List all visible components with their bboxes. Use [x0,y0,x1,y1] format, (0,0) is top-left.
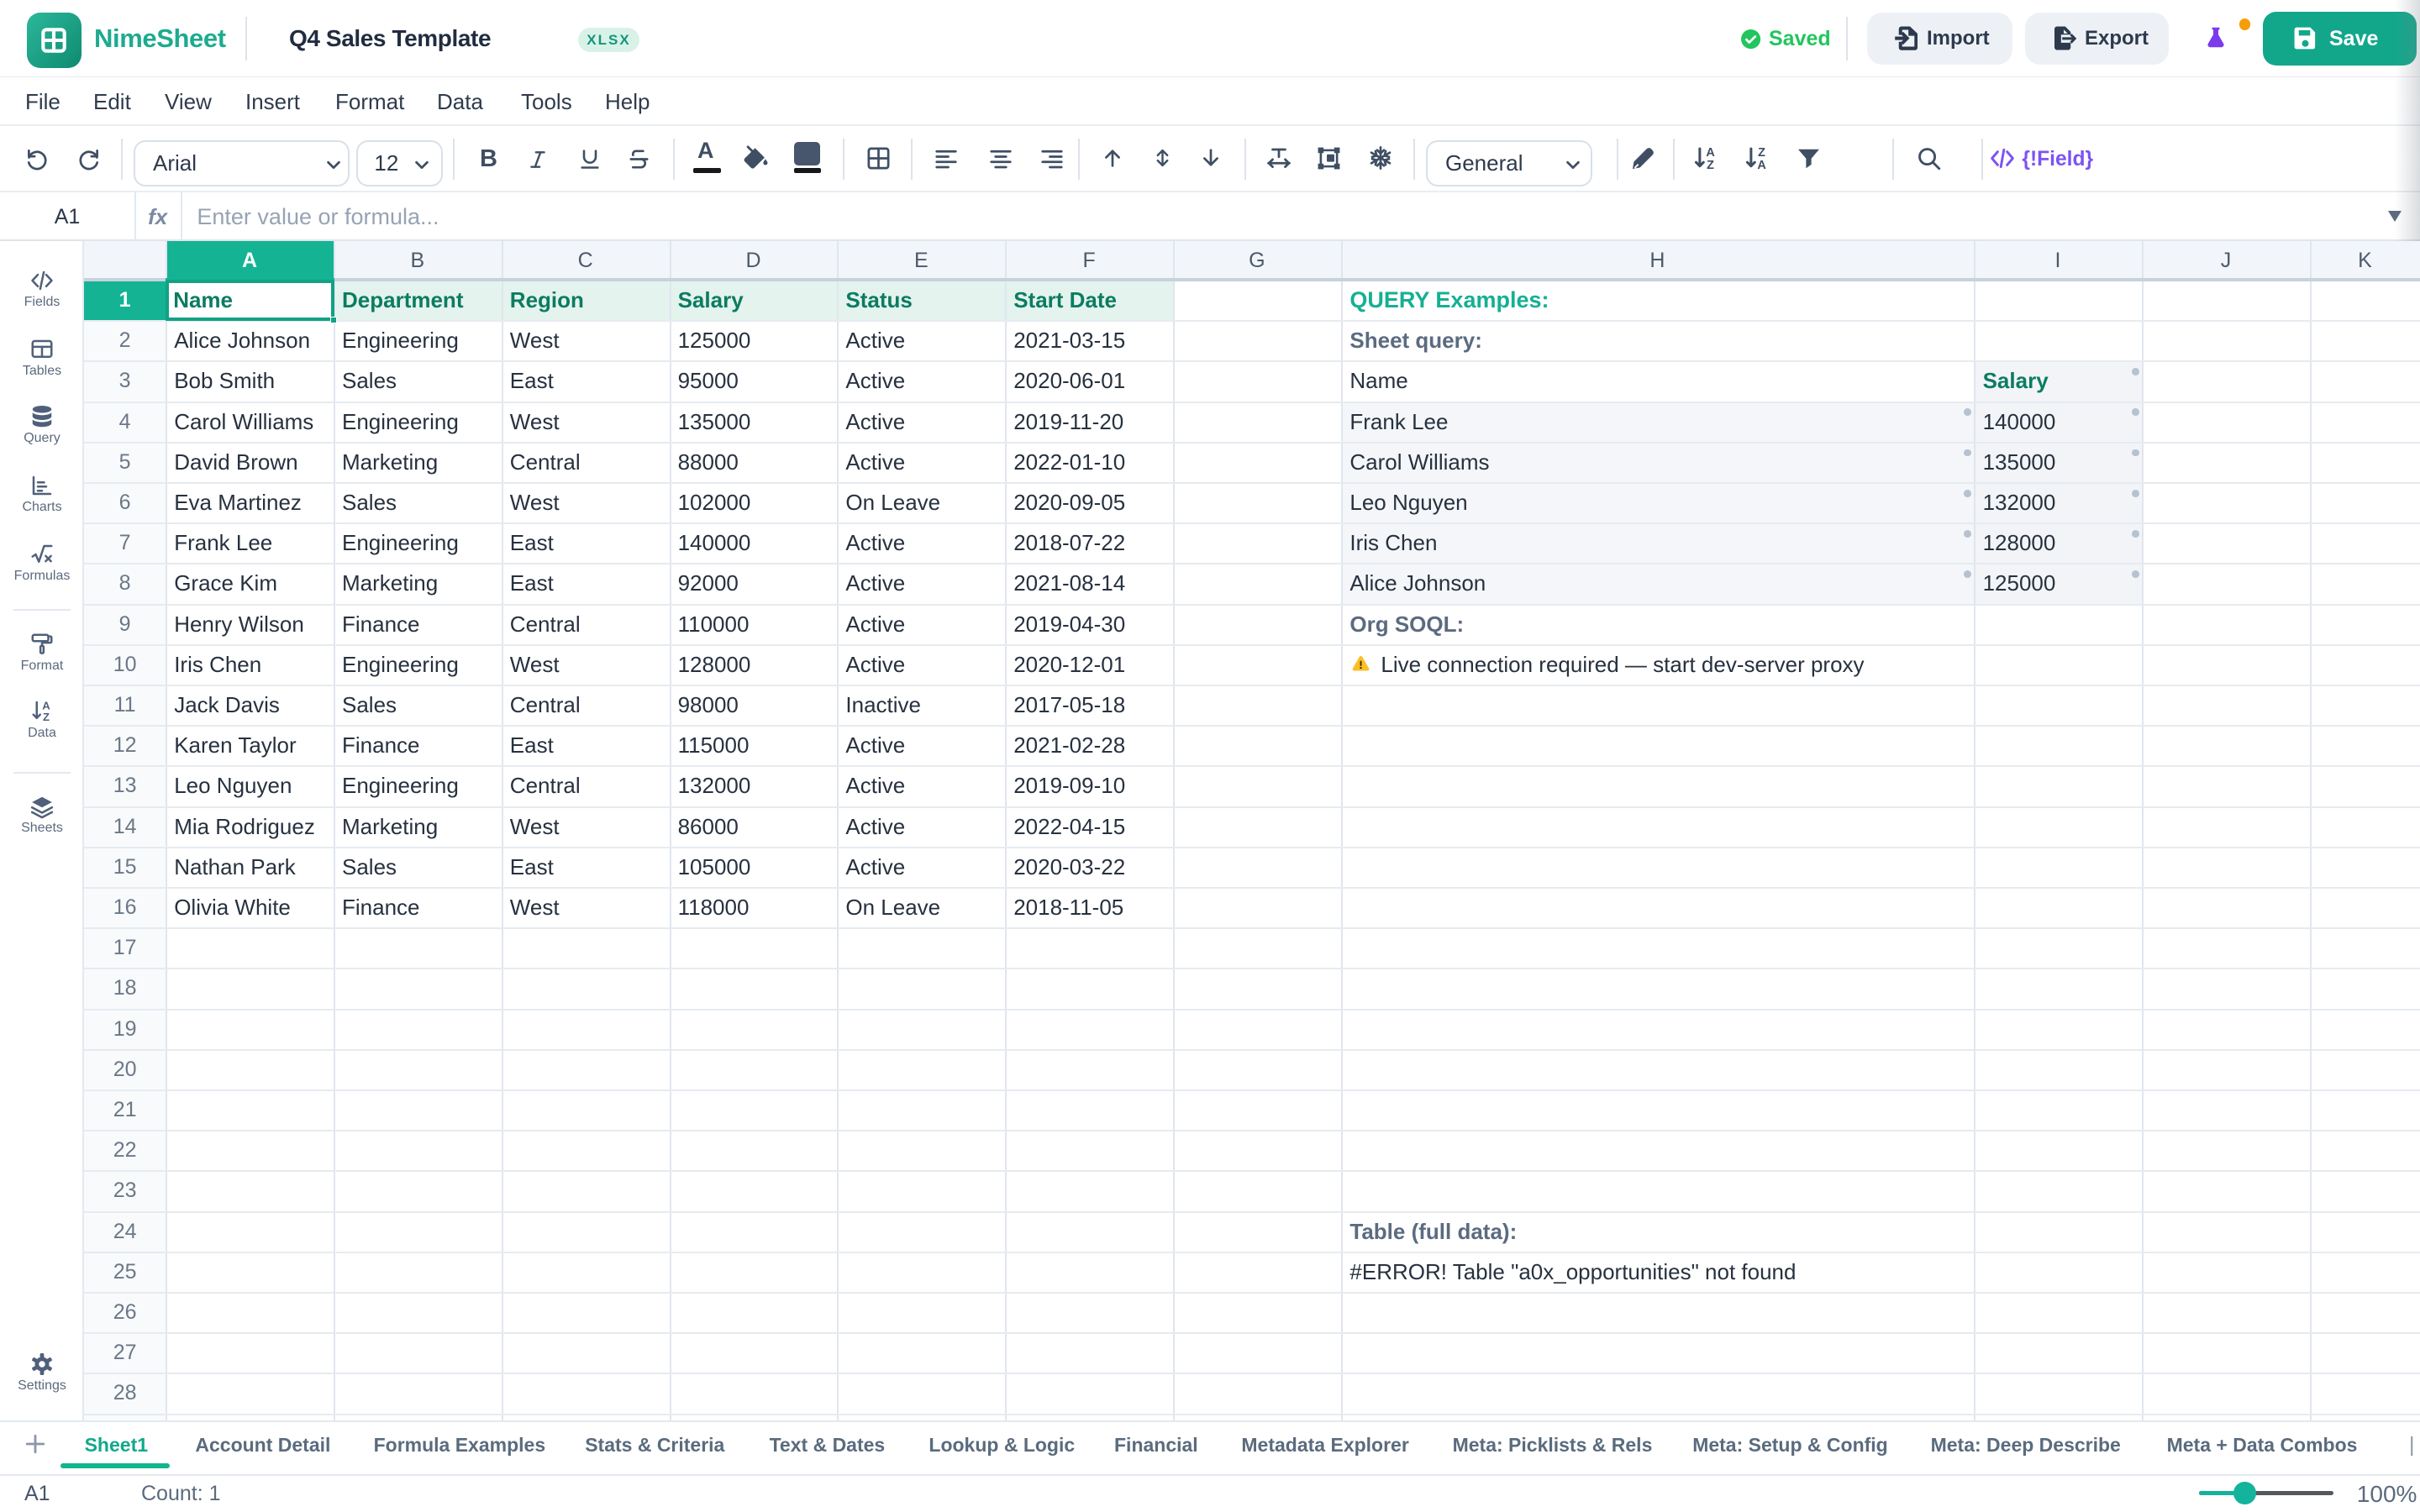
svg-text:Z: Z [1707,159,1714,172]
svg-text:Z: Z [1758,146,1765,160]
svg-text:A: A [42,700,50,712]
svg-text:A: A [1757,159,1766,172]
svg-text:Z: Z [43,711,50,723]
svg-text:A: A [1706,146,1715,160]
